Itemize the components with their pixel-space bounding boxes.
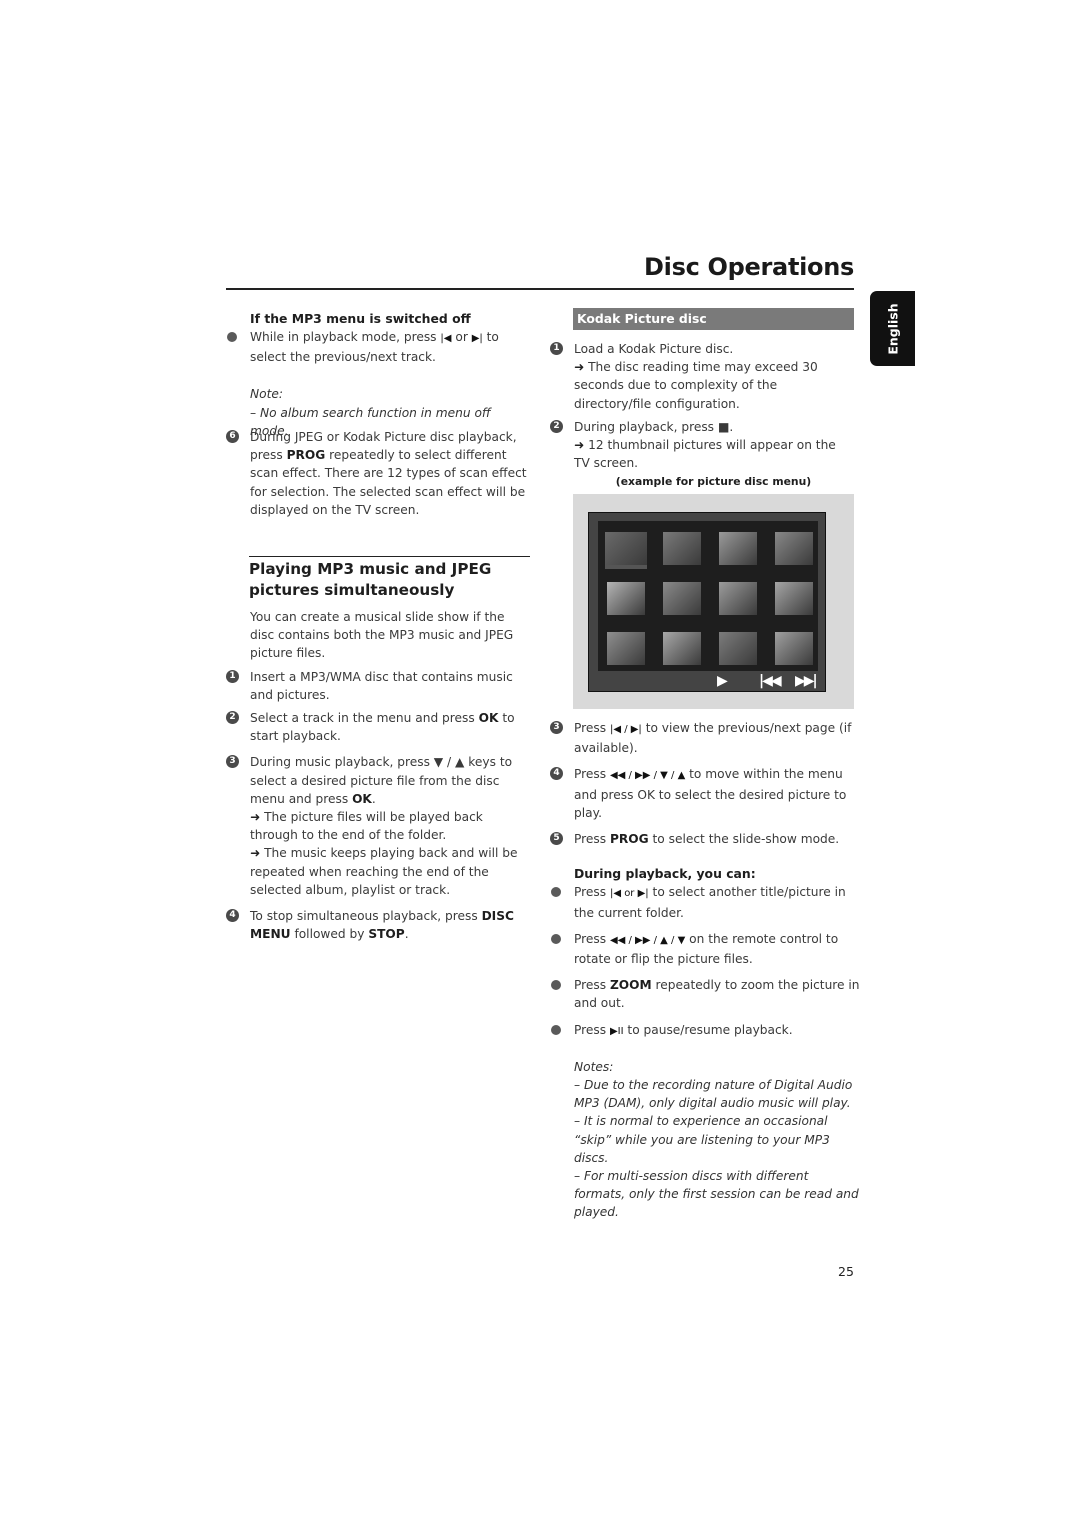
step-number-icon: 4: [226, 909, 239, 923]
note-item: – Due to the recording nature of Digital…: [574, 1078, 853, 1111]
next-icon: ▶|: [471, 333, 483, 345]
zoom-key: ZOOM: [609, 978, 652, 993]
kodak-section-header: Kodak Picture disc: [573, 308, 854, 330]
thumbnail[interactable]: [663, 582, 701, 615]
thumbnail[interactable]: [775, 532, 813, 565]
prev-next-icons: |◀ or ▶|: [609, 888, 649, 900]
prog-key: PROG: [609, 832, 649, 847]
bullet-icon: [551, 933, 561, 944]
step-number-icon: 1: [226, 669, 239, 683]
thumbnail[interactable]: [719, 582, 757, 615]
arrow-icon: ➜: [574, 438, 585, 453]
step-2: 2 During playback, press ■. ➜ 12 thumbna…: [550, 418, 855, 473]
step-5: 5 Press PROG to select the slide-show mo…: [550, 830, 860, 848]
kodak-steps-1-2: 1 Load a Kodak Picture disc. ➜ The disc …: [550, 340, 855, 472]
figure-caption: (example for picture disc menu): [615, 475, 812, 488]
thumbnail[interactable]: [663, 632, 701, 665]
thumbnail[interactable]: [719, 532, 757, 565]
thumbnail[interactable]: [775, 582, 813, 615]
previous-page-icon: |◀◀: [759, 673, 782, 689]
thumbnail[interactable]: [775, 632, 813, 665]
thumbnail[interactable]: [607, 582, 645, 615]
page-number: 25: [838, 1264, 854, 1279]
step-1: 1 Insert a MP3/WMA disc that contains mu…: [226, 668, 531, 704]
prog-key: PROG: [286, 448, 326, 463]
rotate-flip-icons: ◀◀ / ▶▶ / ▲ / ▼: [609, 934, 686, 946]
section-divider: [249, 556, 530, 557]
list-item: Press ZOOM repeatedly to zoom the pictur…: [550, 976, 860, 1012]
mp3-menu-off-block: If the MP3 menu is switched off While in…: [226, 310, 531, 440]
bullet-icon: [227, 332, 237, 343]
thumbnail[interactable]: [719, 632, 757, 665]
arrow-icon: ➜: [250, 846, 261, 861]
note-item: – It is normal to experience an occasion…: [574, 1114, 830, 1165]
mp3-off-heading: If the MP3 menu is switched off: [250, 311, 471, 326]
ok-key: OK: [478, 711, 499, 726]
section-title: Playing MP3 music and JPEG pictures simu…: [249, 560, 492, 599]
language-tab: English: [870, 291, 915, 366]
simultaneous-playback-block: You can create a musical slide show if t…: [226, 608, 531, 943]
step-number-icon: 2: [226, 711, 239, 725]
step-4: 4 To stop simultaneous playback, press D…: [226, 907, 531, 943]
step-2: 2 Select a track in the menu and press O…: [226, 709, 531, 745]
list-item: Press |◀ or ▶| to select another title/p…: [550, 883, 860, 921]
step-number-icon: 3: [550, 721, 563, 734]
thumbnail-grid: [598, 521, 818, 671]
bullet-icon: [551, 887, 561, 898]
note-label: Note:: [250, 386, 283, 401]
arrow-icon: ➜: [250, 810, 261, 825]
previous-icon: |◀: [440, 333, 452, 345]
next-page-icon: ▶▶|: [795, 673, 818, 689]
step-number-icon: 4: [550, 767, 563, 781]
language-tab-label: English: [885, 302, 900, 355]
bullet-icon: [551, 980, 561, 991]
list-item: Press ▶II to pause/resume playback.: [550, 1021, 860, 1041]
during-playback-heading: During playback, you can:: [574, 866, 756, 882]
thumbnail[interactable]: [607, 632, 645, 665]
step-1: 1 Load a Kodak Picture disc. ➜ The disc …: [550, 340, 855, 413]
title-divider: [226, 288, 854, 290]
step-3: 3 During music playback, press ▼ / ▲ key…: [226, 753, 531, 899]
list-item: While in playback mode, press |◀ or ▶| t…: [226, 328, 531, 366]
step-number-icon: 6: [226, 430, 239, 443]
note-item: – For multi-session discs with different…: [574, 1169, 859, 1220]
list-item: Press ◀◀ / ▶▶ / ▲ / ▼ on the remote cont…: [550, 930, 860, 968]
section-intro: You can create a musical slide show if t…: [250, 610, 514, 661]
page-title: Disc Operations: [644, 253, 854, 281]
step-number-icon: 3: [226, 755, 239, 769]
thumbnail-selected[interactable]: [605, 532, 647, 565]
ok-key: OK: [352, 791, 372, 806]
notes-label: Notes:: [574, 1059, 614, 1074]
stop-key: STOP: [368, 927, 405, 942]
step-6: 6 During JPEG or Kodak Picture disc play…: [226, 428, 531, 519]
play-pause-icon: ▶II: [609, 1025, 624, 1037]
step-3: 3 Press |◀ / ▶| to view the previous/nex…: [550, 719, 860, 757]
kodak-steps-3-5: 3 Press |◀ / ▶| to view the previous/nex…: [550, 719, 860, 1222]
navigation-icons: ◀◀ / ▶▶ / ▼ / ▲: [609, 770, 686, 782]
prev-next-icons: |◀ / ▶|: [609, 724, 642, 735]
step-number-icon: 2: [550, 419, 563, 433]
thumbnail[interactable]: [663, 532, 701, 565]
play-icon: ▶: [717, 673, 728, 689]
bullet-icon: [551, 1024, 561, 1035]
step-number-icon: 5: [550, 832, 563, 846]
picture-disc-menu-screen: ▶ |◀◀ ▶▶|: [588, 512, 826, 692]
step-number-icon: 1: [550, 342, 563, 355]
step-4: 4 Press ◀◀ / ▶▶ / ▼ / ▲ to move within t…: [550, 765, 860, 822]
arrow-icon: ➜: [574, 360, 585, 375]
